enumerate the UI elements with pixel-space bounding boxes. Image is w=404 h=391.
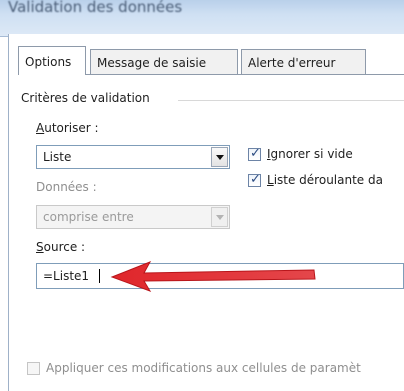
ignore-blank-text: gnorer si vide [270, 147, 353, 161]
in-cell-dropdown-checkbox[interactable]: ✓ [248, 172, 261, 187]
tab-error-alert[interactable]: Alerte d'erreur [241, 49, 366, 74]
tab-options-label: Options [25, 55, 72, 69]
source-label: Source : [36, 240, 85, 254]
tab-error-alert-label: Alerte d'erreur [248, 56, 336, 70]
allow-dropdown-button[interactable] [211, 147, 228, 167]
checkmark-icon: ✓ [250, 172, 261, 187]
chevron-down-icon [216, 155, 224, 160]
data-select[interactable]: comprise entre [36, 205, 230, 229]
data-dropdown-button[interactable] [211, 207, 228, 227]
tab-input-message[interactable]: Message de saisie [90, 49, 238, 74]
allow-select-value: Liste [43, 150, 72, 164]
ignore-blank-label[interactable]: Ignorer si vide [267, 147, 353, 161]
in-cell-dropdown-mnemonic: L [267, 173, 274, 187]
allow-label: Autoriser : [36, 121, 99, 135]
title-bar: Validation des données [0, 0, 404, 37]
checkmark-icon: ✓ [250, 146, 261, 161]
in-cell-dropdown-label[interactable]: Liste déroulante da [267, 173, 383, 187]
data-label: Données : [36, 180, 97, 194]
text-caret [99, 269, 100, 283]
criteria-group-label: Critères de validation [21, 91, 150, 105]
allow-label-mnemonic: A [36, 121, 45, 135]
apply-all-label[interactable]: Appliquer ces modifications aux cellules… [46, 361, 361, 375]
criteria-group-divider [178, 100, 404, 101]
arrow-shape [110, 261, 316, 292]
data-select-value: comprise entre [43, 210, 134, 224]
source-label-text: ource : [43, 240, 86, 254]
window-title: Validation des données [8, 0, 183, 16]
chevron-down-icon [216, 215, 224, 220]
red-arrow-icon [110, 261, 316, 292]
in-cell-dropdown-text: iste déroulante da [273, 173, 383, 187]
tab-options[interactable]: Options [18, 46, 86, 75]
allow-label-text: utoriser : [44, 121, 99, 135]
tab-input-message-label: Message de saisie [97, 56, 207, 70]
apply-all-checkbox[interactable] [27, 362, 40, 375]
source-input-value: =Liste1 [43, 269, 90, 283]
source-label-mnemonic: S [36, 240, 44, 254]
allow-select[interactable]: Liste [36, 145, 230, 169]
ignore-blank-checkbox[interactable]: ✓ [248, 146, 261, 161]
